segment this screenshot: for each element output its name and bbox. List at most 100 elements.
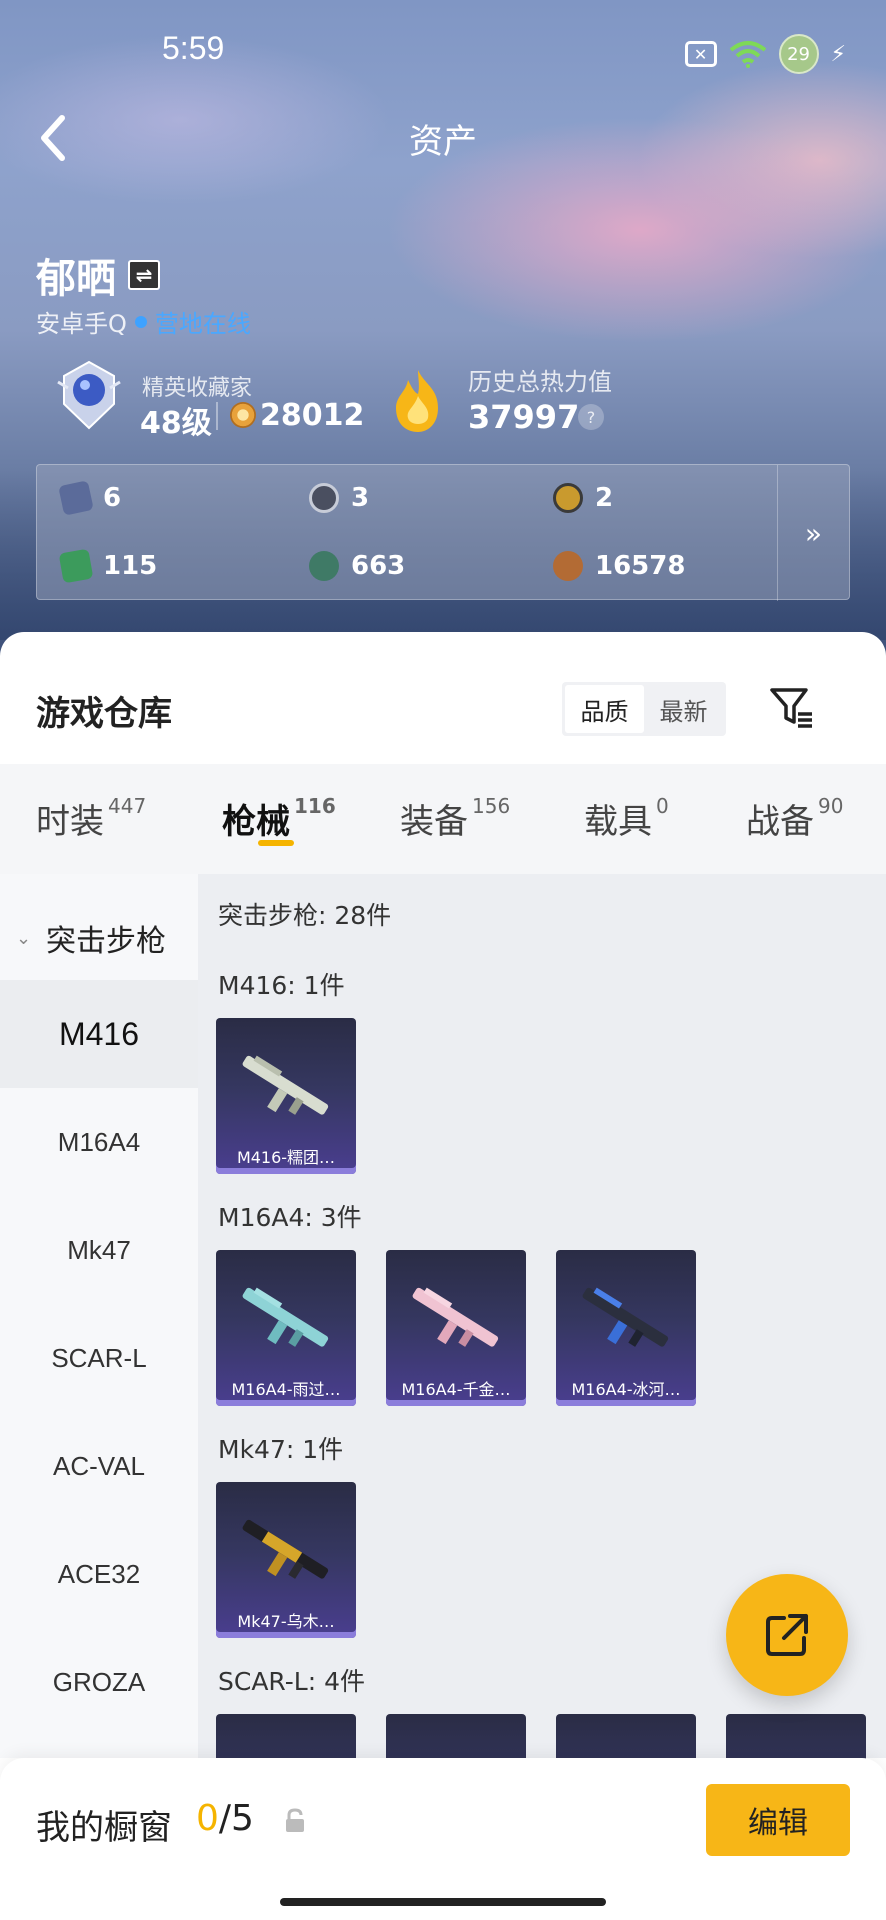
gold-medal-icon xyxy=(553,483,583,513)
tab-count: 0 xyxy=(656,794,669,818)
tab-count: 447 xyxy=(108,794,147,818)
resource-item: 663 xyxy=(309,551,405,581)
showcase-count-current: 0 xyxy=(196,1798,219,1839)
category-summary: 突击步枪: 28件 xyxy=(218,901,392,930)
resources-panel: 6 3 2 115 663 16578 » xyxy=(36,464,850,601)
weapon-name: M16A4-雨过… xyxy=(231,1380,341,1399)
divider xyxy=(216,402,218,430)
help-icon[interactable]: ? xyxy=(578,404,604,430)
share-icon xyxy=(766,1614,808,1656)
wifi-icon xyxy=(729,41,766,68)
sidebar-category[interactable]: ⌄ 突击步枪 xyxy=(0,898,198,978)
green-card-icon xyxy=(58,548,94,584)
weapon-card[interactable]: Mk47-乌木… xyxy=(216,1482,356,1638)
resource-value: 663 xyxy=(351,551,406,581)
edit-button[interactable]: 编辑 xyxy=(706,1784,850,1856)
sort-toggle: 品质 最新 xyxy=(562,682,726,736)
weapon-name: Mk47-乌木… xyxy=(237,1612,335,1631)
group-label: M16A4: 3件 xyxy=(218,1203,362,1232)
page-title: 资产 xyxy=(409,122,477,162)
resource-item: 115 xyxy=(58,548,158,584)
sidebar-item-scar-l[interactable]: SCAR-L xyxy=(0,1304,198,1412)
weapon-card[interactable]: M416-糯团… xyxy=(216,1018,356,1174)
group-label: Mk47: 1件 xyxy=(218,1435,344,1464)
sort-newest-option[interactable]: 最新 xyxy=(644,685,723,733)
rank-badge-icon xyxy=(57,360,121,430)
tab-firearms[interactable]: 枪械 116 xyxy=(222,794,336,843)
tab-label: 装备 xyxy=(400,802,468,842)
tab-vehicles[interactable]: 载具 0 xyxy=(584,794,669,843)
warehouse-title: 游戏仓库 xyxy=(36,694,172,734)
rifle-icon xyxy=(242,1055,329,1115)
share-button[interactable] xyxy=(726,1574,848,1696)
resource-value: 2 xyxy=(595,483,614,513)
resource-value: 115 xyxy=(103,551,158,581)
coin-value: 28012 xyxy=(260,398,365,433)
tab-label: 枪械 xyxy=(222,802,290,842)
switch-account-icon[interactable]: ⇌ xyxy=(128,260,160,290)
coin-icon xyxy=(230,402,256,428)
platform-label: 安卓手Q xyxy=(36,310,127,338)
rifle-icon xyxy=(582,1287,669,1347)
platform-line: 安卓手Q 营地在线 xyxy=(36,304,251,339)
tab-label: 战备 xyxy=(746,802,814,842)
tab-label: 载具 xyxy=(584,802,652,842)
card-icon xyxy=(58,480,94,516)
rifle-icon xyxy=(242,1519,329,1579)
heat-title: 历史总热力值 xyxy=(468,368,612,396)
status-icons: ✕ 29 ⚡ xyxy=(684,34,846,74)
weapon-name: M16A4-千金… xyxy=(401,1380,511,1399)
weapon-name: M16A4-冰河… xyxy=(571,1380,681,1399)
heat-value: 37997 xyxy=(468,398,580,436)
showcase-label: 我的橱窗 xyxy=(36,1808,172,1848)
rank-level: 48级 xyxy=(140,406,212,441)
sim-icon: ✕ xyxy=(684,41,717,67)
tab-count: 90 xyxy=(818,794,844,818)
showcase-count-total: /5 xyxy=(218,1798,254,1839)
weapon-name: M416-糯团… xyxy=(236,1148,336,1167)
resource-item: 6 xyxy=(58,480,122,516)
bronze-token-icon xyxy=(553,551,583,581)
tab-count: 156 xyxy=(472,794,511,818)
showcase-count: 0/5 xyxy=(196,1798,254,1839)
online-dot-icon xyxy=(134,315,147,328)
status-time: 5:59 xyxy=(162,30,225,66)
sidebar-item-ace32[interactable]: ACE32 xyxy=(0,1520,198,1628)
sort-quality-option[interactable]: 品质 xyxy=(565,685,644,733)
group-label: M416: 1件 xyxy=(218,971,345,1000)
category-tabs: 时装 447 枪械 116 装备 156 载具 0 战备 90 xyxy=(0,764,886,874)
group-label: SCAR-L: 4件 xyxy=(218,1667,366,1696)
sidebar-item-m416[interactable]: M416 xyxy=(0,980,198,1088)
tab-supplies[interactable]: 战备 90 xyxy=(746,794,843,843)
tab-equipment[interactable]: 装备 156 xyxy=(400,794,510,843)
resource-value: 3 xyxy=(351,483,370,513)
resource-value: 16578 xyxy=(595,551,686,581)
weapon-card[interactable]: M16A4-千金… xyxy=(386,1250,526,1406)
resource-value: 6 xyxy=(103,483,122,513)
resources-more-button[interactable]: » xyxy=(777,465,849,601)
tab-count: 116 xyxy=(294,794,336,818)
filter-icon[interactable] xyxy=(768,684,814,730)
status-bar: 5:59 ✕ 29 ⚡ xyxy=(0,0,886,100)
gem-icon xyxy=(309,551,339,581)
charging-icon: ⚡ xyxy=(830,41,846,67)
badge-icon xyxy=(309,483,339,513)
weapon-card[interactable]: M16A4-雨过… xyxy=(216,1250,356,1406)
resource-item: 2 xyxy=(553,483,613,513)
rifle-icon xyxy=(242,1287,329,1347)
resource-item: 3 xyxy=(309,483,369,513)
tab-fashion[interactable]: 时装 447 xyxy=(36,794,146,843)
sidebar-item-mk47[interactable]: Mk47 xyxy=(0,1196,198,1304)
sidebar-item-ac-val[interactable]: AC-VAL xyxy=(0,1412,198,1520)
weapon-card[interactable]: M16A4-冰河… xyxy=(556,1250,696,1406)
flame-icon xyxy=(396,370,438,432)
battery-icon: 29 xyxy=(778,34,819,74)
online-status: 营地在线 xyxy=(154,310,251,338)
username: 郁晒 ⇌ xyxy=(36,246,160,304)
home-indicator xyxy=(280,1898,606,1906)
tab-label: 时装 xyxy=(36,802,104,842)
lock-icon xyxy=(286,1808,304,1832)
sidebar-item-groza[interactable]: GROZA xyxy=(0,1628,198,1736)
username-text: 郁晒 xyxy=(36,256,116,302)
sidebar-item-m16a4[interactable]: M16A4 xyxy=(0,1088,198,1196)
